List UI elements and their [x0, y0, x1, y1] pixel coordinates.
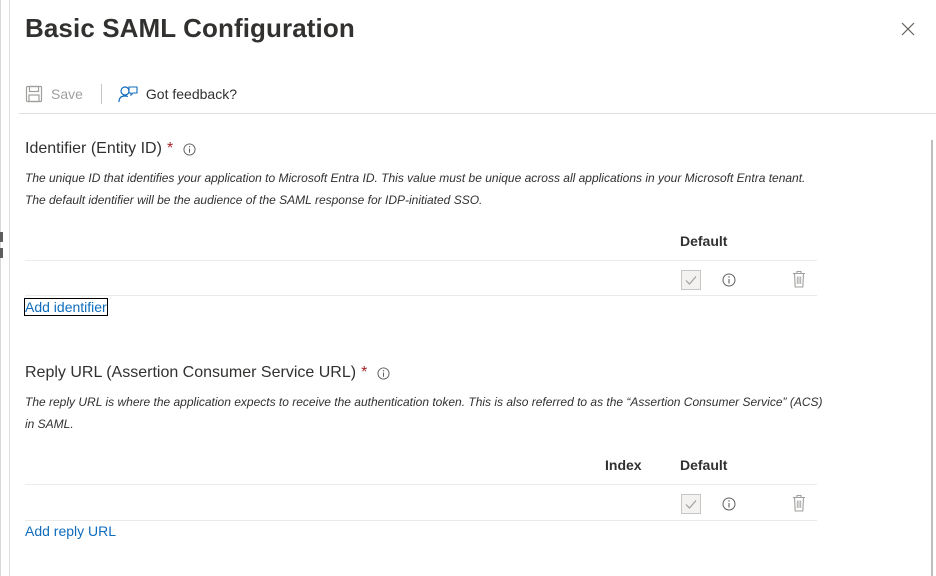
- default-checkbox[interactable]: [681, 270, 701, 290]
- reply-url-section-title: Reply URL (Assertion Consumer Service UR…: [25, 364, 390, 382]
- close-icon[interactable]: [899, 20, 917, 38]
- feedback-button[interactable]: Got feedback?: [118, 85, 237, 103]
- info-icon[interactable]: [722, 273, 736, 287]
- checkmark-icon: [685, 276, 697, 285]
- default-checkbox[interactable]: [681, 494, 701, 514]
- reply-url-description: The reply URL is where the application e…: [25, 395, 823, 431]
- identifier-default-column-header: Default: [680, 233, 728, 249]
- identifier-section-title: Identifier (Entity ID) *: [25, 140, 196, 158]
- toolbar: Save Got feedback?: [25, 82, 237, 106]
- delete-icon[interactable]: [792, 270, 806, 288]
- panel-title: Basic SAML Configuration: [25, 13, 355, 43]
- info-icon[interactable]: [183, 142, 196, 156]
- table-divider: [25, 295, 817, 296]
- scrollbar[interactable]: [931, 140, 933, 576]
- add-reply-url-link[interactable]: Add reply URL: [25, 523, 116, 539]
- identifier-description: The unique ID that identifies your appli…: [25, 171, 806, 207]
- toolbar-divider: [19, 113, 936, 114]
- required-marker: *: [166, 140, 174, 157]
- save-button[interactable]: Save: [25, 85, 83, 103]
- delete-icon[interactable]: [792, 494, 806, 512]
- table-divider: [25, 260, 817, 261]
- toolbar-separator: [100, 84, 102, 104]
- background-edge-mark: [0, 232, 3, 242]
- feedback-icon: [118, 86, 138, 103]
- saml-config-panel: Basic SAML Configuration Save Got feedba…: [9, 0, 936, 576]
- background-page-edge: [0, 0, 1, 576]
- reply-url-title: Reply URL (Assertion Consumer Service UR…: [25, 364, 357, 381]
- background-edge-mark: [0, 248, 3, 258]
- feedback-label: Got feedback?: [145, 86, 237, 102]
- add-identifier-link[interactable]: Add identifier: [24, 298, 108, 316]
- reply-url-index-column-header: Index: [605, 457, 642, 473]
- save-label: Save: [51, 86, 83, 102]
- info-icon[interactable]: [377, 366, 390, 380]
- info-icon[interactable]: [722, 497, 736, 511]
- checkmark-icon: [685, 500, 697, 509]
- reply-url-default-column-header: Default: [680, 457, 728, 473]
- table-divider: [25, 520, 817, 521]
- table-divider: [25, 484, 817, 485]
- required-marker: *: [361, 364, 368, 381]
- save-icon: [25, 85, 43, 103]
- identifier-title: Identifier (Entity ID): [25, 140, 162, 157]
